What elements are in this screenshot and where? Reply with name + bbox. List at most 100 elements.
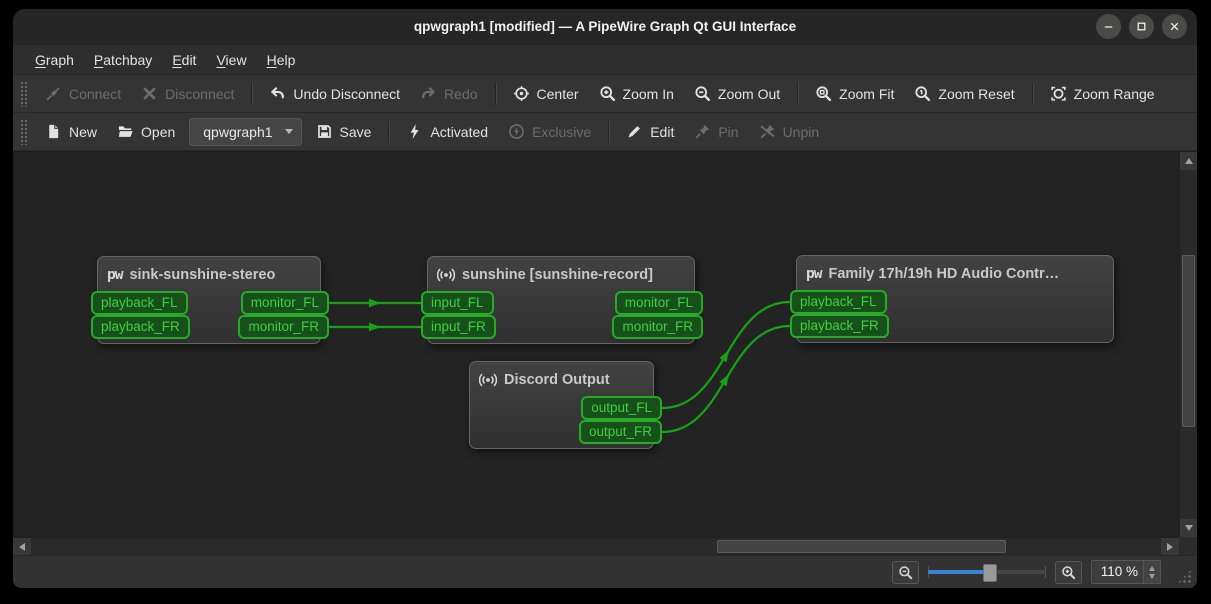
toolbar-button-label: Activated	[430, 123, 489, 140]
menu-item-edit[interactable]: Edit	[162, 49, 206, 71]
port-output_FL[interactable]: output_FL	[581, 396, 662, 420]
menu-item-view[interactable]: View	[206, 49, 256, 71]
zoom-out-button[interactable]: Zoom Out	[685, 81, 789, 106]
disconnect-icon	[143, 87, 156, 100]
connect-button[interactable]: Connect	[36, 81, 130, 106]
node-header: pw sink-sunshine-stereo	[98, 257, 320, 291]
graph-canvas-area: pw sink-sunshine-stereo playback_FL monitor…	[13, 151, 1197, 556]
minimize-icon	[1104, 26, 1113, 28]
port-monitor_FR[interactable]: monitor_FR	[238, 315, 329, 339]
port-output_FR[interactable]: output_FR	[578, 420, 662, 444]
menu-item-patchbay[interactable]: Patchbay	[84, 49, 162, 71]
scroll-down-button[interactable]	[1180, 519, 1197, 537]
activated-button[interactable]: Activated	[397, 119, 497, 144]
port-playback_FR[interactable]: playback_FR	[91, 315, 190, 339]
connections-layer	[329, 298, 791, 434]
horizontal-scrollbar[interactable]	[13, 537, 1179, 556]
new-button[interactable]: New	[36, 119, 106, 144]
resize-grip[interactable]	[1177, 569, 1192, 584]
connection-arrow-icon	[719, 349, 730, 363]
node-header: Discord Output	[470, 362, 653, 396]
horizontal-scroll-thumb[interactable]	[717, 540, 1006, 553]
toolbar-button-label: Disconnect	[165, 85, 235, 102]
zoom-value: 110 %	[1100, 564, 1138, 579]
menu-item-graph[interactable]: Graph	[25, 49, 84, 71]
undo-disconnect-button[interactable]: Undo Disconnect	[260, 81, 409, 106]
exclusive-button[interactable]: Exclusive	[499, 119, 600, 144]
toolbar-button-label: New	[69, 123, 98, 140]
pipewire-icon: pw	[806, 266, 823, 282]
center-button[interactable]: Center	[504, 81, 588, 106]
node-title: Discord Output	[504, 372, 610, 388]
port-input_FR[interactable]: input_FR	[421, 315, 496, 339]
zoom-fit-button[interactable]: Zoom Fit	[806, 81, 903, 106]
port-playback_FL[interactable]: playback_FL	[91, 291, 188, 315]
port-row: playback_FR	[790, 314, 1113, 338]
unpin-button[interactable]: Unpin	[750, 119, 829, 144]
node-header: sunshine [sunshine-record]	[428, 257, 694, 291]
pin-button[interactable]: Pin	[685, 119, 747, 144]
disconnect-button[interactable]: Disconnect	[132, 81, 243, 106]
toolbar-button-label: Unpin	[782, 123, 820, 140]
toolbar-button-label: Redo	[444, 85, 478, 102]
zoom-out-icon	[695, 86, 710, 102]
node-header: pw Family 17h/19h HD Audio Contr…	[797, 256, 1113, 290]
toolbar-button-label: Exclusive	[532, 123, 592, 140]
port-playback_FL[interactable]: playback_FL	[790, 290, 887, 314]
edit-button[interactable]: Edit	[617, 119, 683, 144]
toolbar-drag-handle[interactable]	[20, 80, 28, 107]
zoom-reset-button[interactable]: Zoom Reset	[905, 81, 1023, 106]
slider-handle[interactable]	[983, 564, 998, 582]
zoom-in-button[interactable]: Zoom In	[590, 81, 683, 106]
graph-node-sunshine[interactable]: sunshine [sunshine-record] input_FL monito…	[421, 256, 703, 344]
connection-arrow-icon	[369, 298, 381, 308]
zoom-in-button[interactable]	[1054, 560, 1082, 584]
scroll-left-button[interactable]	[13, 538, 31, 556]
spin-up-icon[interactable]	[1149, 565, 1155, 571]
minimize-button[interactable]	[1096, 14, 1121, 39]
patchbay-select-value: qpwgraph1	[203, 123, 273, 140]
toolbar-drag-handle[interactable]	[20, 118, 28, 145]
new-icon	[49, 124, 59, 139]
graph-node-sink[interactable]: pw sink-sunshine-stereo playback_FL monitor…	[91, 256, 329, 344]
port-monitor_FL[interactable]: monitor_FL	[614, 291, 703, 315]
spin-down-icon[interactable]	[1149, 573, 1155, 579]
patchbay-select[interactable]: qpwgraph1	[189, 117, 302, 146]
node-title: sunshine [sunshine-record]	[462, 267, 653, 283]
close-button[interactable]	[1162, 14, 1187, 39]
port-monitor_FL[interactable]: monitor_FL	[240, 291, 329, 315]
arrow-right-icon	[1167, 543, 1173, 551]
spinbox-arrows[interactable]	[1143, 561, 1160, 583]
port-playback_FR[interactable]: playback_FR	[790, 314, 889, 338]
node-title: sink-sunshine-stereo	[129, 267, 276, 283]
vertical-scrollbar[interactable]	[1179, 152, 1197, 537]
menu-item-help[interactable]: Help	[257, 49, 306, 71]
graph-viewport[interactable]: pw sink-sunshine-stereo playback_FL monitor…	[13, 152, 1179, 537]
media-node-icon	[479, 373, 497, 387]
open-button[interactable]: Open	[108, 119, 184, 144]
scroll-up-button[interactable]	[1180, 152, 1197, 170]
toolbar-button-label: Zoom Out	[717, 85, 781, 102]
media-node-icon	[437, 268, 455, 282]
toolbar-button-label: Zoom Range	[1073, 85, 1155, 102]
zoom-slider[interactable]	[927, 563, 1046, 582]
port-monitor_FR[interactable]: monitor_FR	[612, 315, 703, 339]
vertical-scroll-thumb[interactable]	[1182, 255, 1195, 427]
menu-bar: Graph Patchbay Edit View Help	[13, 45, 1197, 75]
activated-icon	[411, 124, 420, 139]
port-row: output_FR	[470, 420, 662, 444]
toolbar-separator	[388, 120, 390, 143]
redo-button[interactable]: Redo	[411, 81, 486, 106]
zoom-reset-icon	[915, 86, 931, 102]
zoom-in-icon	[599, 86, 615, 102]
zoom-range-button[interactable]: Zoom Range	[1041, 81, 1164, 106]
exclusive-icon	[509, 124, 524, 139]
save-button[interactable]: Save	[307, 119, 381, 144]
scroll-right-button[interactable]	[1161, 538, 1179, 556]
port-input_FL[interactable]: input_FL	[421, 291, 494, 315]
graph-node-discord[interactable]: Discord Output output_FL output_FR	[469, 361, 662, 449]
zoom-spinbox[interactable]: 110 %	[1090, 560, 1161, 584]
maximize-button[interactable]	[1129, 14, 1154, 39]
zoom-out-button[interactable]	[891, 560, 919, 584]
graph-node-family[interactable]: pw Family 17h/19h HD Audio Contr… playback…	[790, 255, 1114, 343]
